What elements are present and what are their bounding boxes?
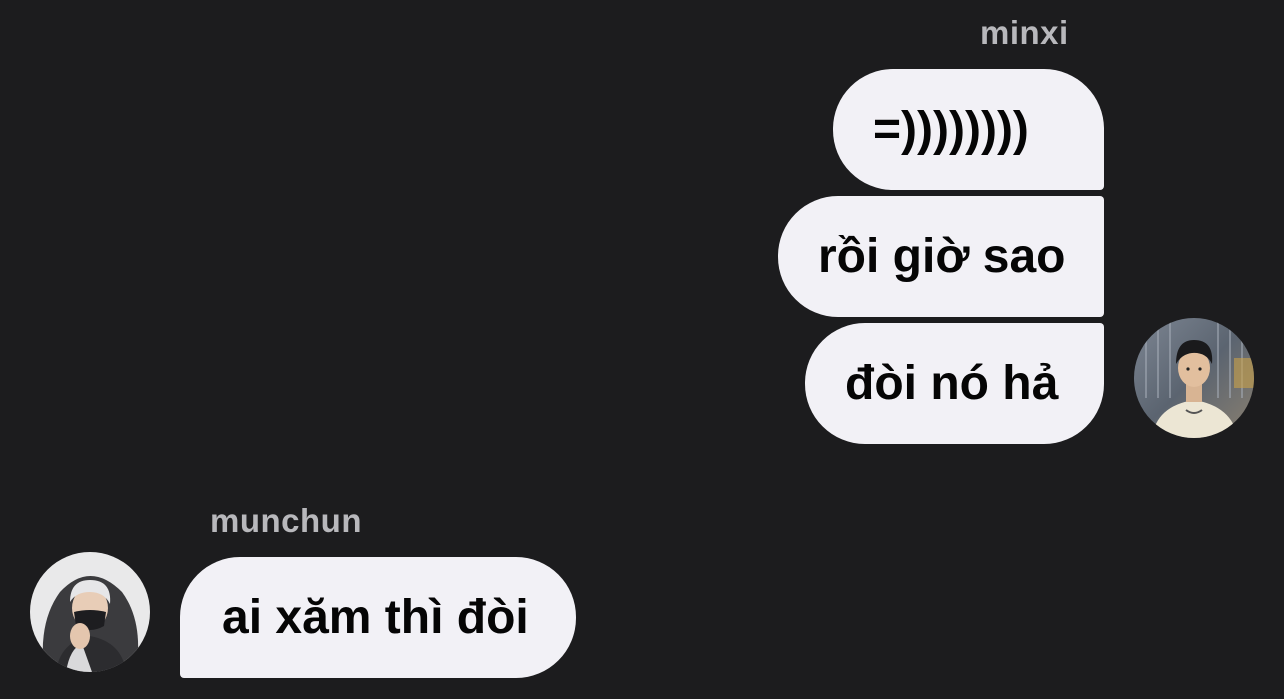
message-text: =)))))))) bbox=[873, 102, 1029, 156]
message-bubble[interactable]: =)))))))) bbox=[833, 69, 1104, 190]
message-bubble[interactable]: ai xăm thì đòi bbox=[180, 557, 576, 678]
message-bubble[interactable]: đòi nó hả bbox=[805, 323, 1104, 444]
sender-name-minxi: minxi bbox=[980, 14, 1069, 51]
message-text: ai xăm thì đòi bbox=[222, 590, 529, 644]
message-text: rồi giờ sao bbox=[818, 229, 1066, 283]
user-photo-icon bbox=[1134, 318, 1254, 438]
message-text: đòi nó hả bbox=[845, 356, 1059, 410]
message-bubble[interactable]: rồi giờ sao bbox=[778, 196, 1104, 317]
avatar-munchun[interactable] bbox=[30, 552, 150, 672]
user-photo-icon bbox=[30, 552, 150, 672]
sender-name-munchun: munchun bbox=[210, 502, 362, 539]
avatar-minxi[interactable] bbox=[1134, 318, 1254, 438]
